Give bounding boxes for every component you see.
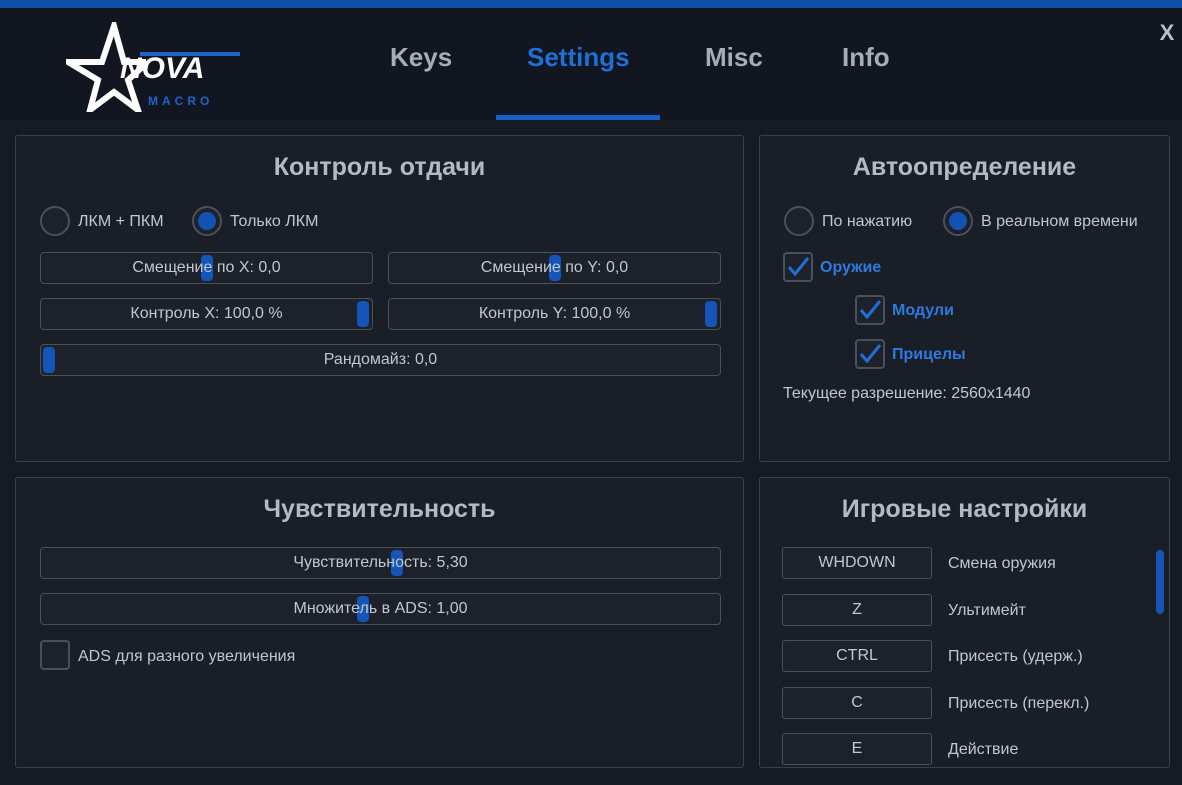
keybind-ultimate-label: Ультимейт <box>948 602 1026 619</box>
radio-lmb-rmb[interactable] <box>40 206 70 236</box>
checkmark-icon <box>859 344 882 364</box>
ads-multiplier-slider[interactable]: Множитель в ADS: 1,00 <box>40 593 721 625</box>
keybind-weapon-switch[interactable]: WHDOWN <box>782 547 932 579</box>
active-tab-indicator <box>496 115 660 120</box>
close-button[interactable]: X <box>1158 20 1176 46</box>
tab-settings[interactable]: Settings <box>527 42 630 73</box>
logo-subtext: MACRO <box>148 94 214 108</box>
radio-realtime-label: В реальном времени <box>981 213 1138 230</box>
radio-lmb-rmb-label: ЛКМ + ПКМ <box>78 213 164 230</box>
sensitivity-title: Чувствительность <box>263 495 496 523</box>
control-x-label: Контроль X: 100,0 % <box>130 305 283 322</box>
offset-y-label: Смещение по Y: 0,0 <box>480 259 629 276</box>
resolution-text: Текущее разрешение: 2560x1440 <box>783 385 1031 402</box>
keybind-ultimate[interactable]: Z <box>782 594 932 626</box>
offset-y-slider[interactable]: Смещение по Y: 0,0 <box>388 252 721 284</box>
recoil-title: Контроль отдачи <box>273 153 486 181</box>
tab-misc[interactable]: Misc <box>705 42 763 73</box>
radio-realtime[interactable] <box>943 206 973 236</box>
ads-zoom-label: ADS для разного увеличения <box>78 648 296 665</box>
offset-x-label: Смещение по X: 0,0 <box>132 259 281 276</box>
keybind-crouch-toggle-label: Присесть (перекл.) <box>948 695 1090 712</box>
recoil-panel: Контроль отдачи ЛКМ + ПКМ Только ЛКМ Сме… <box>15 135 744 462</box>
modules-checkbox[interactable] <box>855 295 885 325</box>
keybind-crouch-hold-label: Присесть (удерж.) <box>948 648 1083 665</box>
weapons-checkbox[interactable] <box>783 252 813 282</box>
randomize-slider[interactable]: Рандомайз: 0,0 <box>40 344 721 376</box>
keybind-crouch-hold[interactable]: CTRL <box>782 640 932 672</box>
keybind-weapon-switch-label: Смена оружия <box>948 555 1056 572</box>
auto-detect-panel: Автоопределение По нажатию В реальном вр… <box>759 135 1170 462</box>
auto-detect-title: Автоопределение <box>852 153 1077 181</box>
logo: NOVA MACRO <box>66 22 246 112</box>
control-y-label: Контроль Y: 100,0 % <box>478 305 631 322</box>
tab-info[interactable]: Info <box>842 42 890 73</box>
keybind-action[interactable]: E <box>782 733 932 765</box>
game-settings-panel: Игровые настройки WHDOWN Смена оружия Z … <box>759 477 1170 768</box>
control-x-slider[interactable]: Контроль X: 100,0 % <box>40 298 373 330</box>
randomize-label: Рандомайз: 0,0 <box>323 351 438 368</box>
logo-text: NOVA <box>120 52 205 85</box>
scopes-checkbox[interactable] <box>855 339 885 369</box>
radio-on-press[interactable] <box>784 206 814 236</box>
tab-keys[interactable]: Keys <box>390 42 452 73</box>
checkmark-icon <box>787 257 810 277</box>
modules-label: Модули <box>892 302 954 319</box>
radio-lmb-only[interactable] <box>192 206 222 236</box>
radio-on-press-label: По нажатию <box>822 213 913 230</box>
sensitivity-label: Чувствительность: 5,30 <box>293 554 468 571</box>
scrollbar-thumb[interactable] <box>1156 550 1164 614</box>
control-y-slider[interactable]: Контроль Y: 100,0 % <box>388 298 721 330</box>
keybind-crouch-toggle[interactable]: C <box>782 687 932 719</box>
radio-lmb-only-label: Только ЛКМ <box>230 213 319 230</box>
checkmark-icon <box>859 300 882 320</box>
keybind-action-label: Действие <box>948 741 1019 758</box>
sensitivity-slider[interactable]: Чувствительность: 5,30 <box>40 547 721 579</box>
sensitivity-panel: Чувствительность Чувствительность: 5,30 … <box>15 477 744 768</box>
weapons-label: Оружие <box>820 259 882 276</box>
scopes-label: Прицелы <box>892 346 966 363</box>
header: NOVA MACRO Keys Settings Misc Info X <box>0 8 1182 120</box>
offset-x-slider[interactable]: Смещение по X: 0,0 <box>40 252 373 284</box>
game-settings-title: Игровые настройки <box>841 495 1088 523</box>
window-top-accent <box>0 0 1182 8</box>
ads-multiplier-label: Множитель в ADS: 1,00 <box>293 600 468 617</box>
ads-zoom-checkbox[interactable] <box>40 640 70 670</box>
